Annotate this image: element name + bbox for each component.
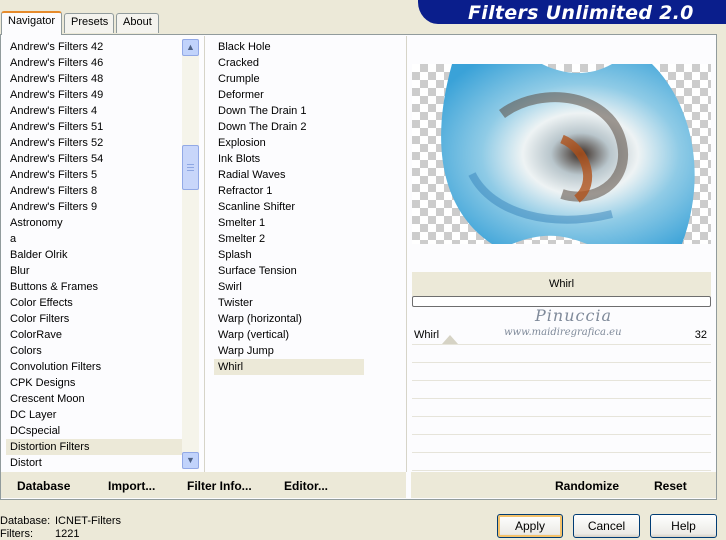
watermark-title: Pinuccia — [535, 306, 613, 325]
category-item[interactable]: a — [6, 231, 182, 247]
parameter-row-empty — [412, 345, 711, 363]
category-item[interactable]: Andrew's Filters 9 — [6, 199, 182, 215]
help-button[interactable]: Help — [650, 514, 717, 538]
category-item[interactable]: Andrew's Filters 52 — [6, 135, 182, 151]
filter-item[interactable]: Smelter 1 — [214, 215, 364, 231]
parameter-row-whirl[interactable]: Whirl 32 — [412, 327, 711, 345]
parameter-row-empty — [412, 435, 711, 453]
category-item[interactable]: Andrew's Filters 51 — [6, 119, 182, 135]
category-item[interactable]: DCspecial — [6, 423, 182, 439]
apply-button[interactable]: Apply — [497, 514, 563, 538]
filter-item[interactable]: Whirl — [214, 359, 364, 375]
filter-item[interactable]: Crumple — [214, 71, 364, 87]
category-item[interactable]: Andrew's Filters 5 — [6, 167, 182, 183]
status-filters: Filters: 1221 — [0, 528, 79, 540]
parameter-row-empty — [412, 417, 711, 435]
filter-item[interactable]: Down The Drain 2 — [214, 119, 364, 135]
grip-line — [187, 164, 194, 165]
preview-filter-title: Whirl — [412, 272, 711, 296]
filter-info-button[interactable]: Filter Info... — [187, 479, 252, 493]
tab-about[interactable]: About — [116, 13, 159, 33]
category-scrollbar[interactable]: ▲ ▼ — [182, 39, 199, 469]
grip-line — [187, 167, 194, 168]
filter-item[interactable]: Ink Blots — [214, 151, 364, 167]
app-title-banner: Filters Unlimited 2.0 — [418, 0, 726, 24]
parameter-name: Whirl — [414, 329, 440, 341]
parameter-row-empty — [412, 399, 711, 417]
category-item[interactable]: Crescent Moon — [6, 391, 182, 407]
scroll-thumb[interactable] — [182, 145, 199, 190]
filter-item[interactable]: Radial Waves — [214, 167, 364, 183]
status-database-label: Database: — [0, 515, 51, 527]
filter-item[interactable]: Deformer — [214, 87, 364, 103]
category-item[interactable]: ColorRave — [6, 327, 182, 343]
parameter-row-empty — [412, 363, 711, 381]
category-item[interactable]: Andrew's Filters 4 — [6, 103, 182, 119]
category-item[interactable]: DC Layer — [6, 407, 182, 423]
filter-item[interactable]: Down The Drain 1 — [214, 103, 364, 119]
filter-item[interactable]: Black Hole — [214, 39, 364, 55]
category-item[interactable]: Astronomy — [6, 215, 182, 231]
randomize-button[interactable]: Randomize — [555, 479, 619, 493]
import-button[interactable]: Import... — [108, 479, 155, 493]
filter-item[interactable]: Swirl — [214, 279, 364, 295]
parameter-value: 32 — [694, 329, 707, 341]
category-item[interactable]: Distortion Filters — [6, 439, 182, 455]
category-item[interactable]: CPK Designs — [6, 375, 182, 391]
status-filters-label: Filters: — [0, 528, 33, 540]
parameter-row-empty — [412, 381, 711, 399]
filter-list[interactable]: Black Hole Cracked Crumple Deformer Down The… — [214, 39, 364, 375]
tab-navigator[interactable]: Navigator — [1, 11, 62, 35]
list-divider — [204, 36, 205, 472]
filter-item[interactable]: Smelter 2 — [214, 231, 364, 247]
category-item[interactable]: Blur — [6, 263, 182, 279]
editor-button[interactable]: Editor... — [284, 479, 328, 493]
preview-image — [412, 64, 711, 244]
category-item[interactable]: Andrew's Filters 48 — [6, 71, 182, 87]
parameter-row-empty — [412, 453, 711, 471]
scroll-down-icon[interactable]: ▼ — [182, 452, 199, 469]
filter-item[interactable]: Twister — [214, 295, 364, 311]
category-item[interactable]: Balder Olrik — [6, 247, 182, 263]
category-item[interactable]: Convolution Filters — [6, 359, 182, 375]
app-title: Filters Unlimited 2.0 — [468, 2, 694, 24]
database-button[interactable]: Database — [17, 479, 70, 493]
category-item[interactable]: Andrew's Filters 49 — [6, 87, 182, 103]
filter-item[interactable]: Scanline Shifter — [214, 199, 364, 215]
scroll-up-icon[interactable]: ▲ — [182, 39, 199, 56]
category-item[interactable]: Color Effects — [6, 295, 182, 311]
category-item[interactable]: Color Filters — [6, 311, 182, 327]
category-item[interactable]: Andrew's Filters 42 — [6, 39, 182, 55]
grip-line — [187, 170, 194, 171]
preview-divider — [406, 36, 407, 472]
filter-item[interactable]: Warp Jump — [214, 343, 364, 359]
category-item[interactable]: Andrew's Filters 46 — [6, 55, 182, 71]
tab-presets[interactable]: Presets — [64, 13, 114, 33]
filter-item[interactable]: Warp (vertical) — [214, 327, 364, 343]
cancel-button[interactable]: Cancel — [573, 514, 640, 538]
status-filters-value: 1221 — [55, 528, 80, 540]
whirl-preview-graphic — [441, 64, 695, 244]
status-database: Database: ICNET-Filters — [0, 515, 121, 527]
category-item[interactable]: Distort — [6, 455, 182, 471]
filter-item[interactable]: Surface Tension — [214, 263, 364, 279]
filter-item[interactable]: Warp (horizontal) — [214, 311, 364, 327]
filter-item[interactable]: Cracked — [214, 55, 364, 71]
filter-item[interactable]: Splash — [214, 247, 364, 263]
category-item[interactable]: Buttons & Frames — [6, 279, 182, 295]
filter-item[interactable]: Explosion — [214, 135, 364, 151]
category-item[interactable]: Colors — [6, 343, 182, 359]
slider-pointer-icon[interactable] — [442, 335, 458, 344]
category-item[interactable]: Andrew's Filters 8 — [6, 183, 182, 199]
category-list[interactable]: Andrew's Filters 42 Andrew's Filters 46 An… — [6, 39, 182, 471]
filter-item[interactable]: Refractor 1 — [214, 183, 364, 199]
status-database-value: ICNET-Filters — [55, 515, 121, 527]
reset-button[interactable]: Reset — [654, 479, 687, 493]
category-item[interactable]: Andrew's Filters 54 — [6, 151, 182, 167]
